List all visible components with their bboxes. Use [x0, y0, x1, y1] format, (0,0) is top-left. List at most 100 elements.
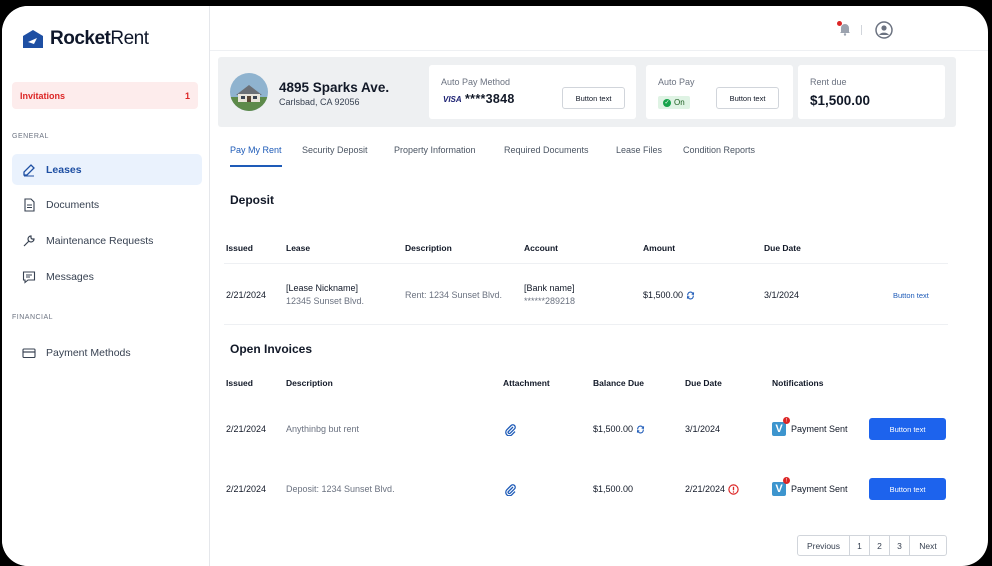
invitations-label: Invitations — [20, 90, 66, 101]
sidebar-item-label: Leases — [46, 163, 82, 176]
previous-page-button[interactable]: Previous — [798, 536, 850, 555]
page-button[interactable]: 2 — [870, 536, 890, 555]
visa-icon: VISA — [443, 95, 462, 104]
invoice-action-button[interactable]: Button text — [869, 418, 946, 440]
due-date: 3/1/2024 — [685, 424, 721, 434]
invitations-count: 1 — [184, 90, 190, 101]
autopay-method-label: Auto Pay Method — [441, 77, 511, 87]
balance-due: $1,500.00 — [593, 484, 634, 494]
issued-date: 2/21/2024 — [226, 290, 267, 300]
autopay-label: Auto Pay — [658, 77, 695, 87]
column-header: Due Date — [685, 378, 722, 388]
issued-date: 2/21/2024 — [226, 424, 267, 434]
user-avatar-icon[interactable] — [875, 21, 893, 39]
tab-pay-my-rent[interactable]: Pay My Rent — [230, 145, 282, 155]
notification-badge: ! — [783, 477, 790, 484]
page-button[interactable]: 1 — [850, 536, 870, 555]
notification-dot — [837, 21, 842, 26]
column-header: Amount — [643, 243, 676, 253]
tab-lease-files[interactable]: Lease Files — [616, 145, 662, 155]
autopay-method-card: Auto Pay Method VISA ****3848 Button tex… — [429, 65, 636, 119]
autopay-method-button[interactable]: Button text — [562, 87, 625, 109]
tab-security-deposit[interactable]: Security Deposit — [302, 145, 368, 155]
topbar-divider — [861, 25, 862, 35]
card-number: ****3848 — [465, 92, 515, 106]
alert-circle-icon — [728, 484, 739, 495]
column-header: Attachment — [503, 378, 550, 388]
column-header: Issued — [226, 378, 253, 388]
rocket-logo-icon — [23, 30, 43, 48]
notification-text: Payment Sent — [791, 484, 848, 494]
recurring-icon — [686, 291, 695, 300]
sidebar-item-maintenance[interactable]: Maintenance Requests — [12, 225, 202, 256]
deposit-amount-cell: $1,500.00 — [643, 290, 695, 300]
invoice-description: Anythinbg but rent — [286, 424, 360, 434]
document-icon — [24, 197, 35, 212]
pagination: Previous 1 2 3 Next — [797, 535, 947, 556]
autopay-button[interactable]: Button text — [716, 87, 779, 109]
page-button[interactable]: 3 — [890, 536, 910, 555]
due-date: 2/21/2024 — [685, 484, 726, 494]
general-section-label: GENERAL — [12, 133, 49, 140]
column-header: Issued — [226, 243, 253, 253]
row-divider — [224, 324, 948, 325]
account-number: ******289218 — [524, 296, 576, 306]
financial-section-label: FINANCIAL — [12, 314, 54, 321]
deposit-action-button[interactable]: Button text — [893, 291, 929, 300]
sidebar-item-leases[interactable]: Leases — [12, 154, 202, 185]
column-header: Due Date — [764, 243, 801, 253]
tab-required-documents[interactable]: Required Documents — [504, 145, 589, 155]
venmo-icon: V — [772, 422, 786, 436]
sidebar-item-label: Maintenance Requests — [46, 234, 154, 247]
autopay-status: On — [674, 98, 685, 107]
column-header: Description — [286, 378, 333, 388]
deposit-title: Deposit — [230, 193, 275, 207]
tab-condition-reports[interactable]: Condition Reports — [683, 145, 755, 155]
tab-property-information[interactable]: Property Information — [394, 145, 476, 155]
active-tab-indicator — [230, 165, 282, 167]
rent-due-label: Rent due — [810, 77, 847, 87]
deposit-description: Rent: 1234 Sunset Blvd. — [405, 290, 503, 300]
property-photo — [230, 73, 268, 111]
autopay-card: Auto Pay ✓ On Button text — [646, 65, 793, 119]
venmo-icon: V — [772, 482, 786, 496]
app-window: RocketRent Invitations 1 GENERAL Leases … — [2, 6, 988, 566]
sidebar-item-payment-methods[interactable]: Payment Methods — [12, 337, 202, 368]
lease-nickname: [Lease Nickname] — [286, 283, 359, 293]
card-icon — [22, 347, 36, 358]
next-page-button[interactable]: Next — [910, 536, 946, 555]
column-header: Balance Due — [593, 378, 645, 388]
notification-text: Payment Sent — [791, 424, 848, 434]
bank-name: [Bank name] — [524, 283, 575, 293]
column-header: Description — [405, 243, 452, 253]
invoice-description: Deposit: 1234 Sunset Blvd. — [286, 484, 395, 494]
balance-due-cell: $1,500.00 — [593, 424, 645, 434]
sidebar-item-label: Documents — [46, 198, 100, 211]
check-icon: ✓ — [663, 98, 671, 107]
paperclip-icon[interactable] — [504, 483, 517, 496]
message-icon — [22, 270, 36, 284]
due-date: 3/1/2024 — [764, 290, 800, 300]
sidebar-item-label: Payment Methods — [46, 346, 131, 359]
brand-name: RocketRent — [50, 28, 149, 49]
deposit-amount: $1,500.00 — [643, 290, 684, 300]
property-summary: 4895 Sparks Ave. Carlsbad, CA 92056 Auto… — [218, 57, 956, 127]
row-divider — [224, 263, 948, 264]
sidebar-item-label: Messages — [46, 270, 94, 283]
autopay-status-badge[interactable]: ✓ On — [658, 96, 690, 109]
notification-badge: ! — [783, 417, 790, 424]
invitations-item[interactable]: Invitations 1 — [12, 82, 198, 109]
rent-due-amount: $1,500.00 — [810, 93, 871, 108]
property-city: Carlsbad, CA 92056 — [279, 97, 360, 107]
sidebar-item-documents[interactable]: Documents — [12, 189, 202, 220]
invoice-action-button[interactable]: Button text — [869, 478, 946, 500]
column-header: Account — [524, 243, 558, 253]
lease-address: 12345 Sunset Blvd. — [286, 296, 365, 306]
logo[interactable]: RocketRent — [22, 28, 149, 50]
sidebar: RocketRent Invitations 1 GENERAL Leases … — [2, 6, 210, 566]
open-invoices-title: Open Invoices — [230, 342, 313, 356]
recurring-icon — [636, 425, 645, 434]
paperclip-icon[interactable] — [504, 423, 517, 436]
sidebar-item-messages[interactable]: Messages — [12, 261, 202, 292]
property-address: 4895 Sparks Ave. — [279, 80, 390, 95]
